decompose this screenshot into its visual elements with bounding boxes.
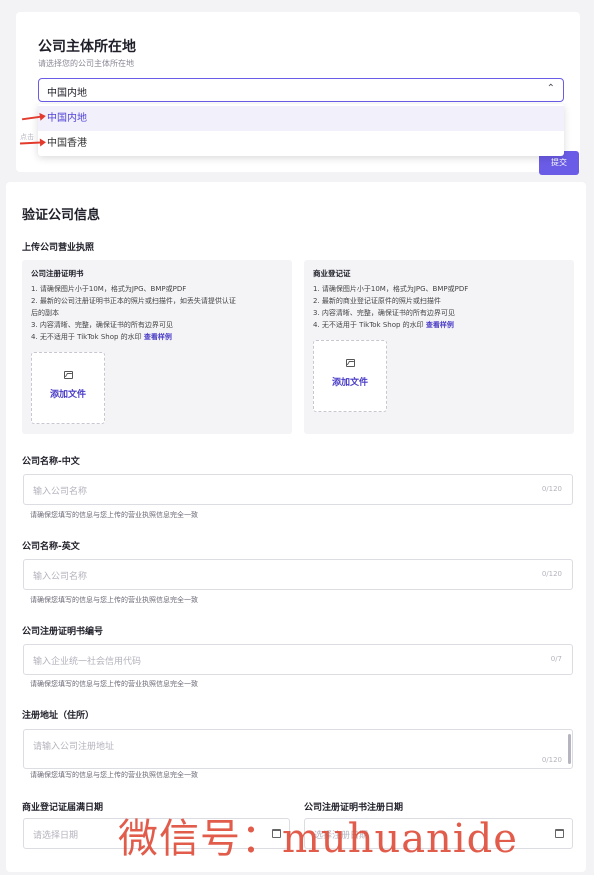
region-title: 公司主体所在地 — [38, 39, 136, 55]
add-file-button[interactable]: 添加文件 — [31, 352, 105, 424]
image-icon — [64, 371, 73, 379]
hint-text: 点击 — [20, 133, 34, 141]
company-name-cn-label: 公司名称-中文 — [22, 457, 80, 467]
watermark: 微信号：muhuanide — [118, 816, 518, 862]
char-counter: 0/120 — [541, 570, 562, 578]
placeholder: 输入公司名称 — [33, 572, 88, 582]
region-subtitle: 请选择您的公司主体所在地 — [38, 59, 134, 68]
company-name-en-input[interactable]: 输入公司名称 0/120 — [23, 559, 573, 590]
requirement-text: 4. 无不适用于 TikTok Shop 的水印 — [31, 333, 142, 341]
registered-address-label: 注册地址（住所） — [22, 711, 95, 721]
add-file-label: 添加文件 — [331, 378, 368, 388]
region-select[interactable]: 中国内地 ⌃ — [38, 78, 564, 102]
requirement-text: 4. 无不适用于 TikTok Shop 的水印 — [313, 321, 424, 329]
view-sample-link[interactable]: 查看样例 — [144, 333, 172, 341]
verify-title: 验证公司信息 — [22, 208, 101, 223]
add-file-label: 添加文件 — [49, 390, 86, 400]
company-name-en-label: 公司名称-英文 — [22, 542, 80, 552]
requirement-line: 3. 内容清晰、完整，确保证书的所有边界可见 — [313, 309, 455, 317]
region-dropdown: 中国内地 中国香港 — [38, 104, 564, 156]
field-help: 请确保您填写的信息与您上传的营业执照信息完全一致 — [30, 771, 198, 779]
calendar-icon — [555, 829, 564, 838]
char-counter: 0/120 — [541, 756, 562, 764]
chevron-up-icon: ⌃ — [546, 83, 555, 94]
requirement-line: 1. 请确保图片小于10M，格式为JPG、BMP或PDF — [31, 285, 187, 293]
region-selected-value: 中国内地 — [47, 88, 87, 99]
option-mainland-china[interactable]: 中国内地 — [38, 106, 564, 131]
add-file-button[interactable]: 添加文件 — [313, 340, 387, 412]
requirement-line: 后的副本 — [31, 309, 59, 317]
upload-box-title: 商业登记证 — [313, 269, 351, 278]
requirement-line: 2. 最新的商业登记证原件的照片或扫描件 — [313, 297, 441, 305]
upload-box-title: 公司注册证明书 — [31, 269, 84, 278]
placeholder: 请输入公司注册地址 — [33, 742, 115, 752]
field-help: 请确保您填写的信息与您上传的营业执照信息完全一致 — [30, 596, 198, 604]
upload-box-business-registration: 商业登记证 1. 请确保图片小于10M，格式为JPG、BMP或PDF 2. 最新… — [304, 260, 574, 434]
registration-number-label: 公司注册证明书编号 — [22, 627, 104, 637]
char-counter: 0/120 — [541, 485, 562, 493]
char-counter: 0/7 — [550, 655, 562, 663]
upload-license-title: 上传公司营业执照 — [22, 243, 95, 253]
requirement-line: 4. 无不适用于 TikTok Shop 的水印 查看样例 — [313, 320, 454, 330]
registration-number-input[interactable]: 输入企业统一社会信用代码 0/7 — [23, 644, 573, 675]
placeholder: 请选择日期 — [33, 831, 79, 841]
requirement-line: 2. 最新的公司注册证明书正本的照片或扫描件，如丢失请提供认证 — [31, 297, 236, 305]
company-name-cn-input[interactable]: 输入公司名称 0/120 — [23, 474, 573, 505]
image-icon — [346, 359, 355, 367]
registered-address-textarea[interactable]: 请输入公司注册地址 0/120 — [23, 729, 573, 769]
placeholder: 输入公司名称 — [33, 487, 88, 497]
requirement-line: 4. 无不适用于 TikTok Shop 的水印 查看样例 — [31, 332, 172, 342]
view-sample-link[interactable]: 查看样例 — [426, 321, 454, 329]
verify-company-card: 验证公司信息 上传公司营业执照 公司注册证明书 1. 请确保图片小于10M，格式… — [6, 182, 586, 872]
field-help: 请确保您填写的信息与您上传的营业执照信息完全一致 — [30, 680, 198, 688]
scrollbar[interactable] — [568, 734, 571, 764]
requirement-line: 1. 请确保图片小于10M，格式为JPG、BMP或PDF — [313, 285, 469, 293]
placeholder: 输入企业统一社会信用代码 — [33, 657, 142, 667]
upload-box-registration-certificate: 公司注册证明书 1. 请确保图片小于10M，格式为JPG、BMP或PDF 2. … — [22, 260, 292, 434]
option-hong-kong[interactable]: 中国香港 — [38, 131, 564, 156]
business-reg-expiry-label: 商业登记证届满日期 — [22, 803, 104, 813]
requirement-line: 3. 内容清晰、完整，确保证书的所有边界可见 — [31, 321, 173, 329]
field-help: 请确保您填写的信息与您上传的营业执照信息完全一致 — [30, 511, 198, 519]
